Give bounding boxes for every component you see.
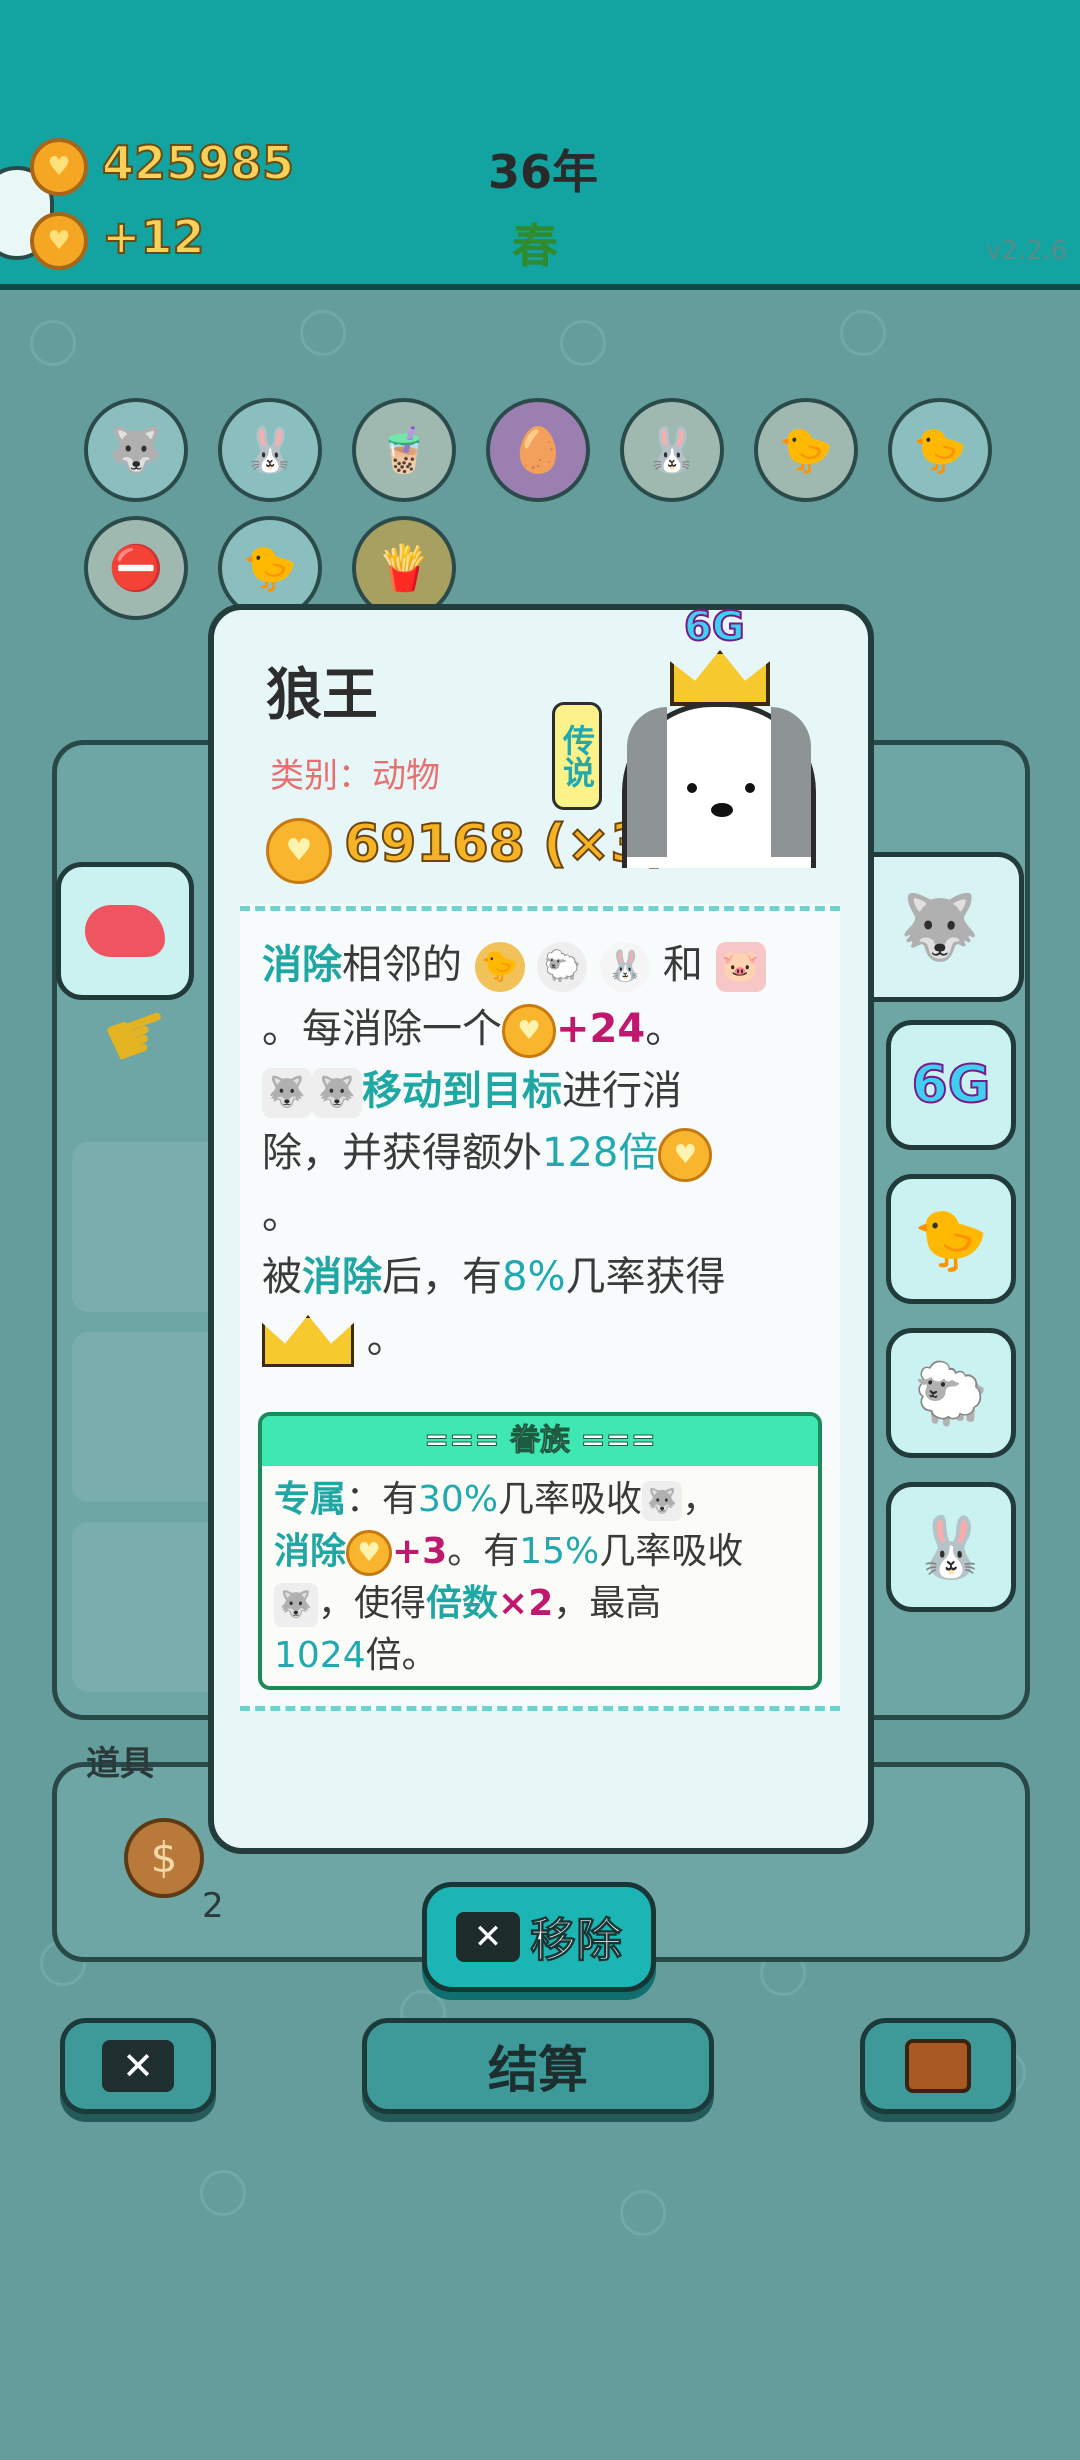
desc-line-3: 🐺 🐺 移动到目标进行消 xyxy=(262,1058,682,1118)
heart-coin-icon: ♥ xyxy=(266,818,332,884)
board-cell xyxy=(72,1142,222,1312)
desc-line-6: 被消除后，有8%几率获得 xyxy=(262,1254,726,1300)
heart-coin-icon: ♥ xyxy=(346,1530,393,1576)
desc-line-7: 。 xyxy=(262,1306,407,1367)
side-badge: 6G xyxy=(911,1054,992,1116)
income-count: +12 xyxy=(101,209,206,265)
season-label: 春 xyxy=(512,219,558,273)
husky-icon: 🐺 xyxy=(262,1068,312,1118)
heart-coin-icon: ♥ xyxy=(658,1128,713,1182)
slot-rabbit[interactable]: 🐰 xyxy=(218,398,322,502)
sheep-icon: 🐑 xyxy=(913,1358,989,1429)
side-card-rabbit[interactable]: 🐰 xyxy=(886,1482,1016,1612)
pig-icon: 🐷 xyxy=(715,942,766,992)
liver-card[interactable] xyxy=(56,862,194,1000)
faction-line-3: 🐺 ，使得倍数×2，最高 xyxy=(274,1574,661,1627)
rabbit-icon: 🐰 xyxy=(913,1512,989,1583)
version-label: v2.2.6 xyxy=(986,236,1068,266)
coin-count: 425985 xyxy=(101,135,295,191)
close-icon: ✕ xyxy=(456,1912,520,1962)
board-cell xyxy=(72,1332,222,1502)
remove-button[interactable]: ✕ 移除 xyxy=(422,1882,656,1992)
selected-card-tab[interactable]: 🐺 xyxy=(860,852,1024,1002)
year-label: 36年 xyxy=(488,145,599,199)
remove-label: 移除 xyxy=(530,1913,623,1968)
husky-icon: 🐺 xyxy=(274,1583,318,1627)
heart-coin-icon: ♥ xyxy=(30,138,88,196)
card-name: 狼王 xyxy=(266,663,378,728)
side-card-sheep[interactable]: 🐑 xyxy=(886,1328,1016,1458)
slot-no-entry[interactable]: ⛔ xyxy=(84,516,188,620)
desc-line-5: 。 xyxy=(262,1192,302,1238)
top-bar: ♥ 425985 ♥ +12 36年 春 v2.2.6 xyxy=(0,0,1080,290)
settle-label: 结算 xyxy=(488,2041,588,2099)
chick-icon: 🐤 xyxy=(474,942,525,992)
dollar-coin-icon[interactable]: $ xyxy=(124,1818,204,1898)
discard-button[interactable]: ✕ xyxy=(60,2018,216,2114)
settle-button[interactable]: 结算 xyxy=(362,2018,714,2114)
close-icon: ✕ xyxy=(102,2040,174,2092)
slot-husky[interactable]: 🐺 xyxy=(84,398,188,502)
husky-icon: 🐺 xyxy=(899,890,980,965)
liver-icon xyxy=(85,905,165,957)
divider xyxy=(240,906,840,911)
divider xyxy=(240,1706,840,1711)
slot-coffee[interactable]: 🧋 xyxy=(352,398,456,502)
husky-portrait xyxy=(622,702,816,868)
slot-chick[interactable]: 🐤 xyxy=(754,398,858,502)
bag-button[interactable] xyxy=(860,2018,1016,2114)
faction-title: === 眷族 === xyxy=(262,1416,818,1466)
rarity-badge: 传说 xyxy=(552,702,602,810)
card-badge: 6G xyxy=(683,603,746,651)
briefcase-icon xyxy=(905,2039,971,2093)
desc-line-4: 除，并获得额外128倍 ♥ xyxy=(262,1120,713,1182)
slot-egg[interactable]: 🥚 xyxy=(486,398,590,502)
crown-icon xyxy=(262,1315,354,1367)
slot-chick-2[interactable]: 🐤 xyxy=(888,398,992,502)
faction-line-4: 1024倍。 xyxy=(274,1635,438,1676)
desc-line-1: 消除相邻的 🐤 🐑 🐰 和 🐷 xyxy=(262,932,766,992)
heart-coin-icon: ♥ xyxy=(30,212,88,270)
board-cell xyxy=(72,1522,222,1692)
props-label: 道具 xyxy=(86,1744,154,1784)
card-category: 类别：动物 xyxy=(270,756,440,796)
coin-item-count: 2 xyxy=(202,1886,224,1926)
side-card-chick[interactable]: 🐤 xyxy=(886,1174,1016,1304)
chick-icon: 🐤 xyxy=(913,1204,989,1275)
heart-coin-icon: ♥ xyxy=(502,1004,556,1058)
husky-icon: 🐺 xyxy=(312,1068,362,1118)
side-card-6g[interactable]: 6G xyxy=(886,1020,1016,1150)
faction-line-1: 专属：有30%几率吸收 🐺， xyxy=(274,1479,719,1521)
sheep-icon: 🐑 xyxy=(537,942,588,992)
rabbit-icon: 🐰 xyxy=(600,942,651,992)
desc-line-2: 。每消除一个 ♥ +24。 xyxy=(262,996,685,1058)
faction-line-2: 消除 ♥ +3。有15%几率吸收 xyxy=(274,1522,743,1576)
slot-rabbit-2[interactable]: 🐰 xyxy=(620,398,724,502)
husky-icon: 🐺 xyxy=(642,1481,683,1521)
